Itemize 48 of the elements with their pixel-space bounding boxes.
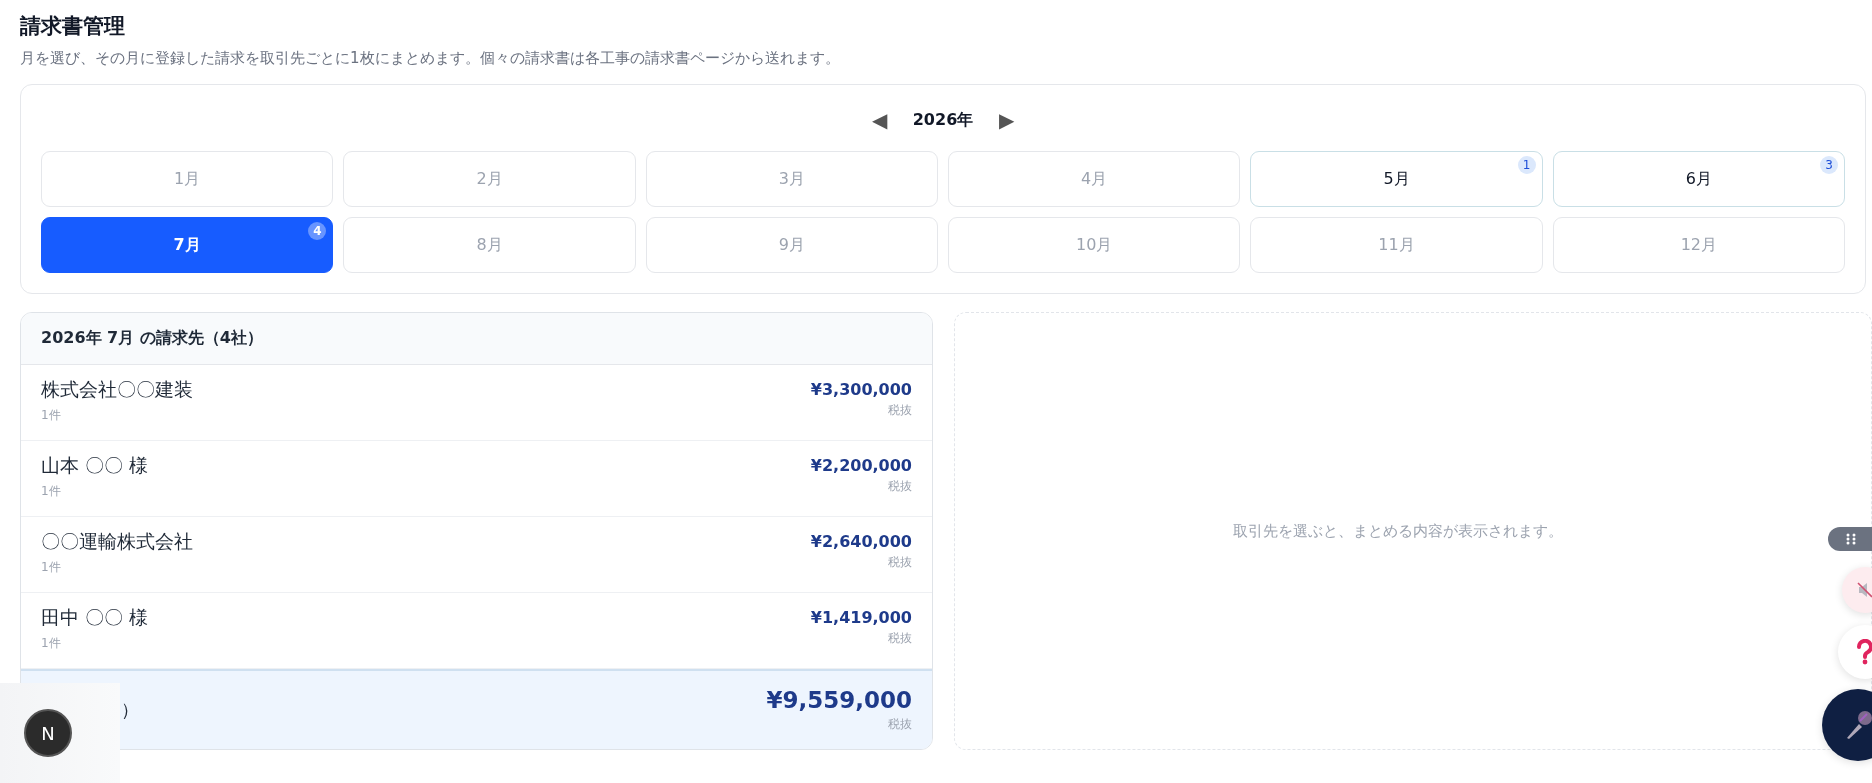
month-button[interactable]: 1月 [41, 151, 334, 207]
amount: ¥1,419,000 [810, 608, 912, 627]
client-name: 田中 〇〇 様 [41, 605, 149, 630]
month-button[interactable]: 11月 [1250, 217, 1543, 273]
tax-note: 税抜 [888, 478, 912, 495]
invoice-count: 1件 [41, 483, 62, 500]
count-badge: 1 [1517, 156, 1536, 174]
dev-tools-button[interactable]: N [24, 709, 72, 757]
month-button[interactable]: 7月 4 [41, 217, 334, 273]
client-name: 山本 〇〇 様 [41, 453, 149, 478]
month-button[interactable]: 4月 [948, 151, 1241, 207]
muted-speaker-icon [1856, 581, 1872, 599]
month-button[interactable]: 9月 [645, 217, 938, 273]
count-badge: 4 [308, 222, 327, 240]
count-badge: 3 [1820, 156, 1838, 174]
month-button[interactable]: 6月 3 [1552, 151, 1845, 207]
question-mark-icon [1855, 639, 1872, 665]
amount: ¥2,200,000 [810, 456, 912, 475]
list-heading: 2026年 7月 の請求先（4社） [41, 328, 263, 349]
page-description: 月を選び、その月に登録した請求を取引先ごとに1枚にまとめます。個々の請求書は各工事の請求書ページから送れます。 [20, 49, 841, 68]
client-row[interactable]: 山本 〇〇 様 1件 ¥2,200,000 税抜 [21, 441, 932, 517]
tax-note: 税抜 [888, 630, 912, 647]
month-button[interactable]: 12月 [1552, 217, 1845, 273]
month-button[interactable]: 8月 [343, 217, 636, 273]
year-label: 2026年 [912, 109, 974, 131]
month-button[interactable]: 10月 [948, 217, 1241, 273]
tax-note: 税抜 [888, 402, 912, 419]
client-name: 〇〇運輸株式会社 [41, 529, 193, 554]
invoice-count: 1件 [41, 635, 62, 652]
empty-message: 取引先を選ぶと、まとめる内容が表示されます。 [1233, 521, 1564, 541]
amount: ¥2,640,000 [810, 532, 912, 551]
total-amount: ¥9,559,000 [766, 687, 912, 713]
client-row[interactable]: 〇〇運輸株式会社 1件 ¥2,640,000 税抜 [21, 517, 932, 593]
client-row[interactable]: 株式会社〇〇建装 1件 ¥3,300,000 税抜 [21, 365, 932, 441]
previous-year-button[interactable]: ◀ [867, 108, 891, 132]
invoice-count: 1件 [41, 559, 62, 576]
month-button[interactable]: 3月 [645, 151, 938, 207]
tax-note: 税抜 [888, 716, 912, 733]
invoice-count: 1件 [41, 407, 62, 424]
tax-note: 税抜 [888, 554, 912, 571]
month-button[interactable]: 5月 1 [1250, 151, 1543, 207]
month-button[interactable]: 2月 [343, 151, 636, 207]
client-name: 株式会社〇〇建装 [41, 377, 193, 402]
grip-icon [1846, 533, 1856, 545]
next-year-button[interactable]: ▶ [995, 108, 1019, 132]
total-label: ） [121, 698, 139, 722]
page-title: 請求書管理 [20, 13, 126, 40]
amount: ¥3,300,000 [810, 380, 912, 399]
